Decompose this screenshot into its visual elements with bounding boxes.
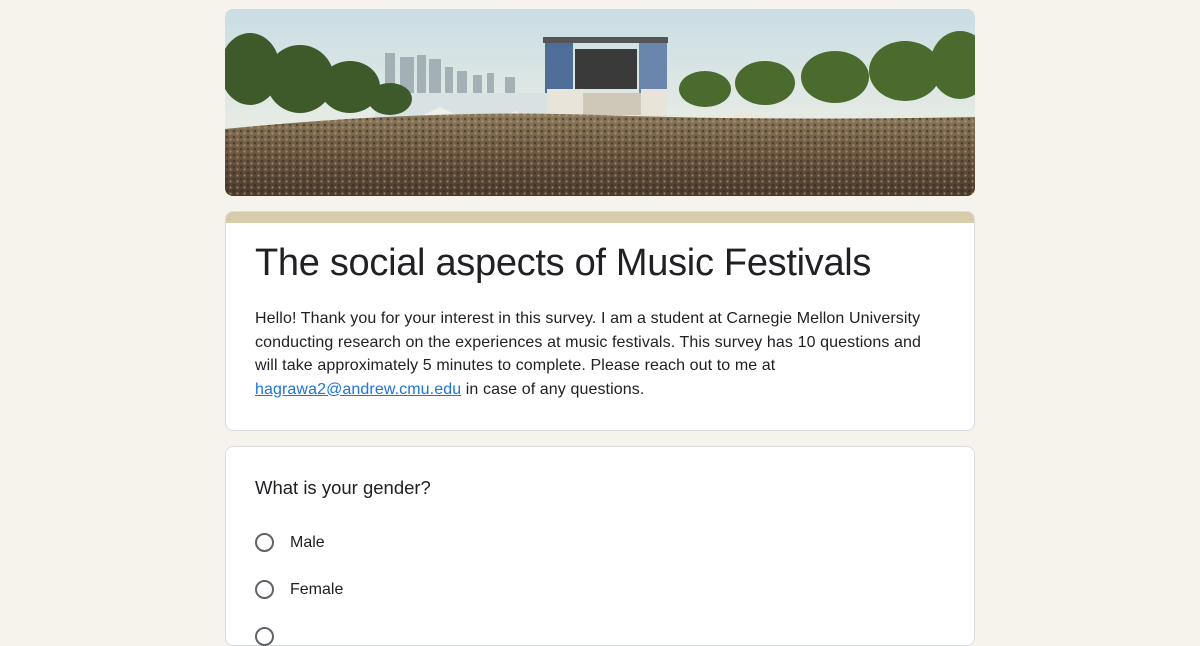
- radio-button[interactable]: [255, 533, 274, 552]
- form-title: The social aspects of Music Festivals: [255, 242, 872, 284]
- form-title-card: The social aspects of Music Festivals He…: [225, 211, 975, 431]
- festival-crowd-illustration: [225, 9, 975, 196]
- contact-email-link[interactable]: hagrawa2@andrew.cmu.edu: [255, 381, 461, 398]
- question-card-gender: What is your gender? Male Female: [225, 446, 975, 646]
- form-description: Hello! Thank you for your interest in th…: [255, 307, 946, 401]
- option-label: Female: [290, 580, 344, 598]
- radio-button[interactable]: [255, 580, 274, 599]
- option-male[interactable]: Male: [255, 533, 325, 552]
- form-description-text-end: in case of any questions.: [461, 380, 645, 398]
- title-card-accent-bar: [226, 212, 974, 223]
- form-description-text: Hello! Thank you for your interest in th…: [255, 310, 922, 374]
- question-title: What is your gender?: [255, 477, 431, 498]
- option-label: Male: [290, 533, 325, 551]
- option-female[interactable]: Female: [255, 580, 343, 599]
- header-banner-image: [225, 9, 975, 196]
